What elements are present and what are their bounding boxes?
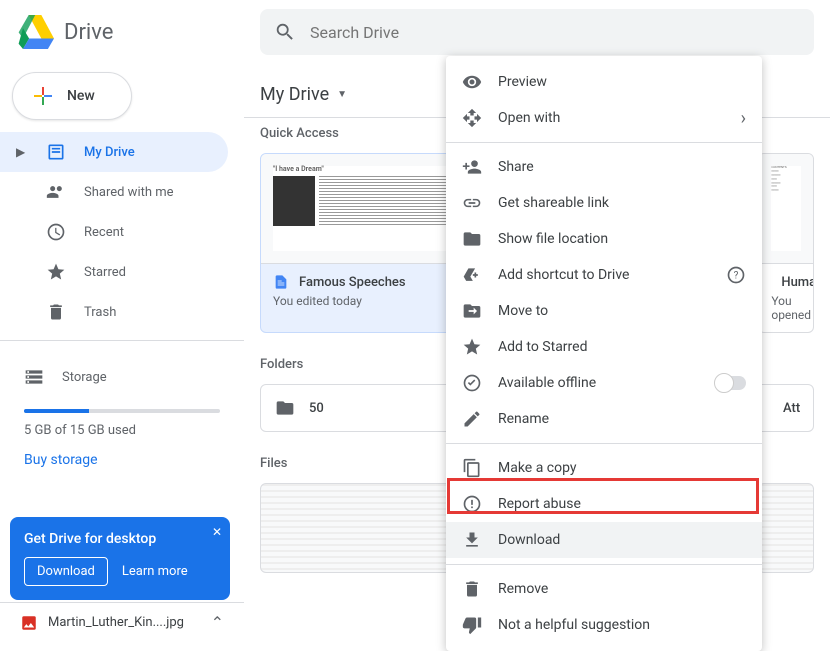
ctx-rename[interactable]: Rename	[446, 401, 762, 437]
sidebar-item-my-drive[interactable]: ▶ My Drive	[0, 132, 228, 172]
quick-access-card[interactable]: "I have a Dream" Famous Speeches You edi…	[260, 153, 462, 333]
ctx-report[interactable]: Report abuse	[446, 486, 762, 522]
file-card[interactable]	[758, 483, 814, 573]
sidebar-item-storage[interactable]: Storage	[24, 357, 220, 397]
star-icon	[46, 262, 66, 282]
thumb-down-icon	[462, 615, 482, 635]
ctx-not-helpful[interactable]: Not a helpful suggestion	[446, 607, 762, 643]
folder-name: Att	[783, 401, 800, 416]
card-thumbnail: "I have a Dream"	[261, 154, 461, 264]
ctx-add-shortcut[interactable]: Add shortcut to Drive ?	[446, 257, 762, 293]
ctx-get-link[interactable]: Get shareable link	[446, 185, 762, 221]
storage-text: 5 GB of 15 GB used	[24, 423, 220, 438]
drive-logo-icon	[16, 13, 54, 51]
upload-filename: Martin_Luther_Kin....jpg	[48, 615, 184, 630]
breadcrumb-title: My Drive	[260, 84, 329, 105]
storage-icon	[24, 367, 44, 387]
nav-label: Recent	[84, 225, 124, 240]
shared-icon	[46, 182, 66, 202]
folder-icon	[275, 398, 295, 418]
ctx-star[interactable]: Add to Starred	[446, 329, 762, 365]
promo-title: Get Drive for desktop	[24, 531, 216, 547]
sidebar-item-trash[interactable]: Trash	[0, 292, 228, 332]
context-menu: Preview Open with › Share Get shareable …	[446, 56, 762, 651]
offline-toggle[interactable]	[716, 376, 746, 390]
storage-label: Storage	[62, 370, 107, 385]
promo-learn-link[interactable]: Learn more	[122, 564, 188, 579]
plus-icon	[31, 84, 55, 108]
ctx-show-location[interactable]: Show file location	[446, 221, 762, 257]
card-subtitle: You opened	[771, 294, 801, 322]
nav-label: Shared with me	[84, 185, 174, 200]
sidebar-item-starred[interactable]: Starred	[0, 252, 228, 292]
storage-bar	[24, 409, 220, 413]
storage-section: Storage 5 GB of 15 GB used Buy storage	[0, 349, 244, 476]
sidebar-item-recent[interactable]: Recent	[0, 212, 228, 252]
image-file-icon	[20, 614, 38, 632]
trash-icon	[46, 302, 66, 322]
trash-icon	[462, 579, 482, 599]
card-thumbnail: CONTENTS━━━━━━━━━━━━━━━━━━━━━━━━	[759, 154, 813, 264]
sidebar: New ▶ My Drive Shared with me Recent Sta…	[0, 64, 244, 642]
pencil-icon	[462, 409, 482, 429]
chevron-right-icon: ▶	[16, 145, 28, 159]
open-with-icon	[462, 108, 482, 128]
buy-storage-link[interactable]: Buy storage	[24, 452, 220, 468]
ctx-preview[interactable]: Preview	[446, 64, 762, 100]
recent-icon	[46, 222, 66, 242]
search-input[interactable]	[310, 23, 800, 42]
upload-bar[interactable]: Martin_Luther_Kin....jpg ⌃	[0, 602, 244, 642]
nav-label: Starred	[84, 265, 126, 280]
logo-area[interactable]: Drive	[16, 13, 260, 51]
card-subtitle: You edited today	[273, 294, 449, 308]
star-outline-icon	[462, 337, 482, 357]
promo-card: ✕ Get Drive for desktop Download Learn m…	[10, 517, 230, 600]
svg-text:?: ?	[734, 270, 739, 281]
ctx-remove[interactable]: Remove	[446, 571, 762, 607]
ctx-move-to[interactable]: Move to	[446, 293, 762, 329]
my-drive-icon	[46, 142, 66, 162]
chevron-up-icon[interactable]: ⌃	[211, 613, 224, 632]
sidebar-item-shared[interactable]: Shared with me	[0, 172, 228, 212]
nav-label: My Drive	[84, 145, 135, 160]
folder-icon	[462, 229, 482, 249]
drive-add-icon	[462, 265, 482, 285]
new-button[interactable]: New	[12, 72, 132, 120]
card-title: Famous Speeches	[299, 275, 406, 290]
copy-icon	[462, 458, 482, 478]
preview-title: "I have a Dream"	[273, 166, 449, 174]
promo-download-button[interactable]: Download	[24, 557, 108, 586]
chevron-right-icon: ›	[741, 108, 746, 129]
app-name: Drive	[64, 20, 113, 45]
person-add-icon	[462, 157, 482, 177]
file-card[interactable]	[260, 483, 462, 573]
search-bar[interactable]	[260, 9, 814, 55]
search-icon	[274, 21, 296, 43]
folder-name: 50	[309, 401, 324, 416]
help-icon[interactable]: ?	[726, 265, 746, 285]
ctx-offline[interactable]: Available offline	[446, 365, 762, 401]
link-icon	[462, 193, 482, 213]
close-icon[interactable]: ✕	[212, 525, 222, 539]
nav-label: Trash	[84, 305, 116, 320]
ctx-download[interactable]: Download	[446, 522, 762, 558]
card-title: Huma	[781, 275, 814, 290]
ctx-open-with[interactable]: Open with ›	[446, 100, 762, 136]
quick-access-card[interactable]: CONTENTS━━━━━━━━━━━━━━━━━━━━━━━━ W Huma …	[758, 153, 814, 333]
header: Drive	[0, 0, 830, 64]
offline-icon	[462, 373, 482, 393]
docs-icon	[273, 274, 289, 290]
folder-card[interactable]: 50	[260, 384, 461, 432]
new-label: New	[67, 88, 95, 104]
eye-icon	[462, 72, 482, 92]
move-icon	[462, 301, 482, 321]
folder-card[interactable]: Att	[754, 384, 814, 432]
ctx-copy[interactable]: Make a copy	[446, 450, 762, 486]
report-icon	[462, 494, 482, 514]
ctx-share[interactable]: Share	[446, 149, 762, 185]
download-icon	[462, 530, 482, 550]
chevron-down-icon: ▼	[337, 89, 347, 100]
